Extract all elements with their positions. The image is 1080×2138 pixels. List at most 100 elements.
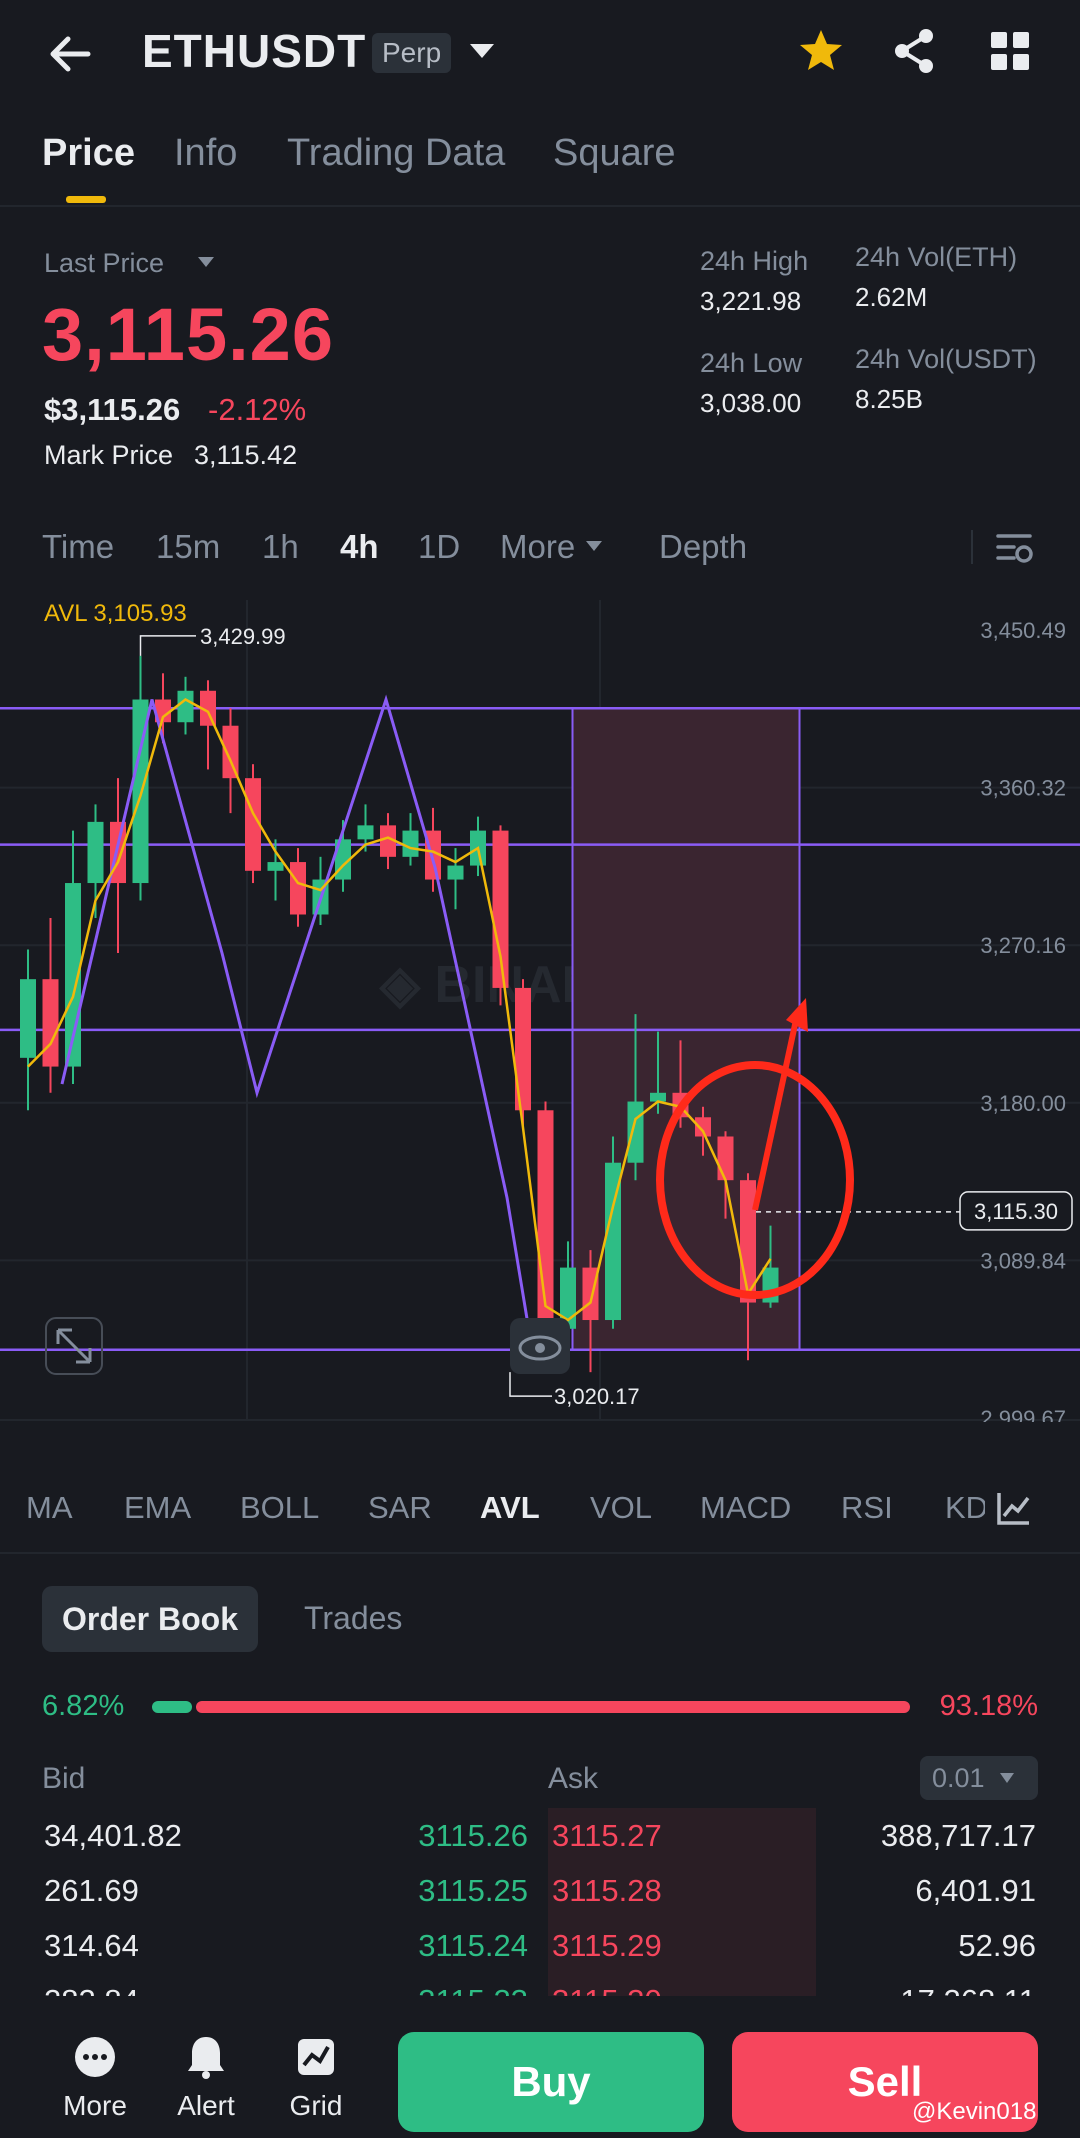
high-24h-value: 3,221.98	[700, 286, 802, 316]
indicator-ema[interactable]: EMA	[124, 1490, 191, 1526]
indicator-avl[interactable]: AVL	[480, 1490, 540, 1526]
buy-button[interactable]: Buy	[398, 2032, 704, 2132]
order-book-row[interactable]: 314.64 3115.24 3115.29 52.96	[0, 1928, 1080, 1982]
grid-trading-icon[interactable]	[292, 2033, 340, 2081]
precision-dropdown-icon[interactable]	[998, 1771, 1016, 1785]
share-icon[interactable]	[890, 26, 938, 76]
candle-body	[402, 830, 419, 857]
low-24h-label: 24h Low	[700, 348, 803, 378]
ask-price: 3115.28	[552, 1873, 662, 1908]
ask-price: 3115.27	[552, 1818, 662, 1853]
contract-badge: Perp	[372, 33, 452, 73]
price-type-dropdown-icon[interactable]	[196, 254, 216, 270]
order-book-row[interactable]: 261.69 3115.25 3115.28 6,401.91	[0, 1873, 1080, 1927]
ask-ratio: 93.18%	[939, 1690, 1038, 1722]
indicator-rsi[interactable]: RSI	[841, 1490, 893, 1526]
eye-pupil-icon	[535, 1343, 545, 1353]
avl-indicator-label: AVL 3,105.93	[44, 600, 187, 627]
vol-eth-label: 24h Vol(ETH)	[855, 242, 1018, 272]
candle-body	[177, 690, 194, 723]
bid-quantity: 34,401.82	[44, 1818, 182, 1853]
tab-square[interactable]: Square	[553, 132, 676, 175]
expand-arrows-icon	[56, 1328, 92, 1364]
y-axis-tick-label: 3,089.84	[980, 1248, 1066, 1273]
symbol-title[interactable]: ETHUSDT	[142, 24, 366, 78]
bid-header: Bid	[42, 1762, 86, 1795]
more-icon[interactable]	[71, 2033, 119, 2081]
high-marker-label: 3,429.99	[200, 624, 286, 649]
alert-label[interactable]: Alert	[166, 2090, 246, 2122]
candle-body	[447, 865, 464, 880]
precision-select[interactable]: 0.01	[920, 1756, 1038, 1800]
bid-price: 3115.25	[418, 1873, 528, 1908]
timeframe-1h[interactable]: 1h	[262, 528, 299, 566]
high-marker-line	[139, 635, 196, 656]
grid-menu-icon[interactable]	[990, 30, 1030, 72]
candle-body	[717, 1136, 734, 1181]
timeframe-4h[interactable]: 4h	[340, 528, 379, 566]
last-price-label[interactable]: Last Price	[44, 248, 164, 279]
order-book-row[interactable]: 34,401.82 3115.26 3115.27 388,717.17	[0, 1818, 1080, 1872]
divider	[0, 1552, 1080, 1554]
tab-trading-data[interactable]: Trading Data	[287, 132, 505, 175]
candlestick-chart[interactable]: ◈ BINANCE3,450.493,360.323,270.163,180.0…	[0, 590, 1080, 1422]
tab-order-book[interactable]: Order Book	[42, 1586, 258, 1652]
vol-usdt-label: 24h Vol(USDT)	[855, 344, 1037, 374]
indicator-boll[interactable]: BOLL	[240, 1490, 319, 1526]
y-axis-tick-label: 2,999.67	[980, 1406, 1066, 1422]
ask-quantity: 388,717.17	[880, 1818, 1036, 1853]
timeframe-time[interactable]: Time	[42, 528, 114, 566]
indicator-vol[interactable]: VOL	[590, 1490, 652, 1526]
last-price: 3,115.26	[42, 293, 334, 376]
indicator-settings-icon[interactable]	[996, 1490, 1032, 1526]
tab-trades[interactable]: Trades	[304, 1600, 402, 1637]
indicator-ma[interactable]: MA	[26, 1490, 73, 1526]
candle-body	[267, 862, 284, 871]
timeframe-more[interactable]: More	[500, 528, 575, 566]
usd-price: $3,115.26	[44, 392, 181, 427]
toolbar-separator	[971, 530, 973, 564]
indicator-sar[interactable]: SAR	[368, 1490, 432, 1526]
more-dropdown-icon[interactable]	[584, 538, 604, 554]
bid-quantity: 314.64	[44, 1928, 139, 1963]
timeframe-depth[interactable]: Depth	[659, 528, 747, 566]
bid-ratio: 6.82%	[42, 1690, 125, 1722]
bid-quantity: 261.69	[44, 1873, 139, 1908]
chart-settings-icon[interactable]	[994, 530, 1034, 566]
candle-body	[222, 725, 239, 779]
tab-info[interactable]: Info	[174, 132, 237, 175]
bid-price: 3115.24	[418, 1928, 528, 1963]
indicator-kd[interactable]: KD	[945, 1490, 985, 1526]
back-arrow-icon[interactable]	[42, 26, 98, 82]
alert-bell-icon[interactable]	[182, 2033, 230, 2081]
favorite-star-icon[interactable]	[796, 26, 846, 76]
vol-usdt-value: 8.25B	[855, 384, 923, 414]
candle-body	[87, 821, 104, 884]
top-bar: ETHUSDT Perp	[0, 0, 1080, 105]
low-24h-value: 3,038.00	[700, 388, 802, 418]
watermark: @Kevin018	[912, 2098, 1037, 2125]
candle-body	[290, 862, 306, 915]
candle-body	[537, 1110, 554, 1329]
ask-ratio-bar	[196, 1701, 910, 1713]
grid-label[interactable]: Grid	[276, 2090, 356, 2122]
y-axis-tick-label: 3,270.16	[980, 933, 1066, 958]
tab-price[interactable]: Price	[42, 132, 135, 175]
high-24h-label: 24h High	[700, 246, 809, 276]
ask-header: Ask	[548, 1762, 599, 1795]
symbol-dropdown-icon[interactable]	[466, 36, 498, 66]
candle-body	[42, 979, 59, 1067]
more-label[interactable]: More	[55, 2090, 135, 2122]
indicator-macd[interactable]: MACD	[700, 1490, 791, 1526]
y-axis-tick-label: 3,450.49	[980, 618, 1066, 643]
divider	[0, 205, 1080, 207]
candle-body	[650, 1092, 666, 1102]
y-axis-tick-label: 3,180.00	[980, 1091, 1066, 1116]
timeframe-15m[interactable]: 15m	[156, 528, 220, 566]
candle-body	[20, 979, 36, 1058]
ask-price: 3115.29	[552, 1928, 662, 1963]
current-price-label: 3,115.30	[974, 1199, 1058, 1224]
mark-price: 3,115.42	[194, 440, 298, 470]
timeframe-1d[interactable]: 1D	[418, 528, 460, 566]
bid-ratio-bar	[152, 1701, 192, 1713]
